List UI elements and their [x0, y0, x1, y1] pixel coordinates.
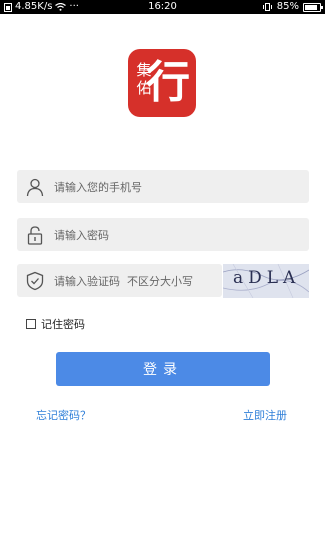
- lock-icon: [27, 225, 43, 245]
- battery-percent: 85%: [276, 1, 299, 12]
- vibrate-icon: [262, 3, 272, 11]
- remember-checkbox[interactable]: [26, 319, 36, 329]
- status-bar: 4.85K/s ··· 16:20 85%: [0, 0, 325, 14]
- captcha-text: aDLA: [233, 268, 301, 288]
- captcha-placeholder: 请输入验证码 不区分大小写: [54, 274, 193, 288]
- remember-password[interactable]: 记住密码: [26, 316, 85, 332]
- app-logo: 集 佑 行: [128, 49, 196, 117]
- phone-field[interactable]: 请输入您的手机号: [17, 170, 309, 203]
- password-placeholder: 请输入密码: [54, 228, 109, 242]
- captcha-image[interactable]: aDLA: [223, 264, 309, 298]
- battery-fill: [305, 4, 317, 10]
- status-right: 85%: [262, 0, 323, 14]
- user-icon: [26, 178, 44, 196]
- remember-label: 记住密码: [41, 318, 85, 331]
- captcha-field[interactable]: 请输入验证码 不区分大小写: [17, 264, 222, 297]
- login-button[interactable]: 登录: [56, 352, 270, 386]
- phone-placeholder: 请输入您的手机号: [54, 180, 142, 194]
- password-field[interactable]: 请输入密码: [17, 218, 309, 251]
- forgot-password-link[interactable]: 忘记密码？: [36, 407, 91, 423]
- register-link[interactable]: 立即注册: [243, 407, 287, 423]
- battery-icon: [303, 2, 323, 12]
- shield-icon: [26, 271, 44, 290]
- logo-main-char: 行: [146, 57, 190, 108]
